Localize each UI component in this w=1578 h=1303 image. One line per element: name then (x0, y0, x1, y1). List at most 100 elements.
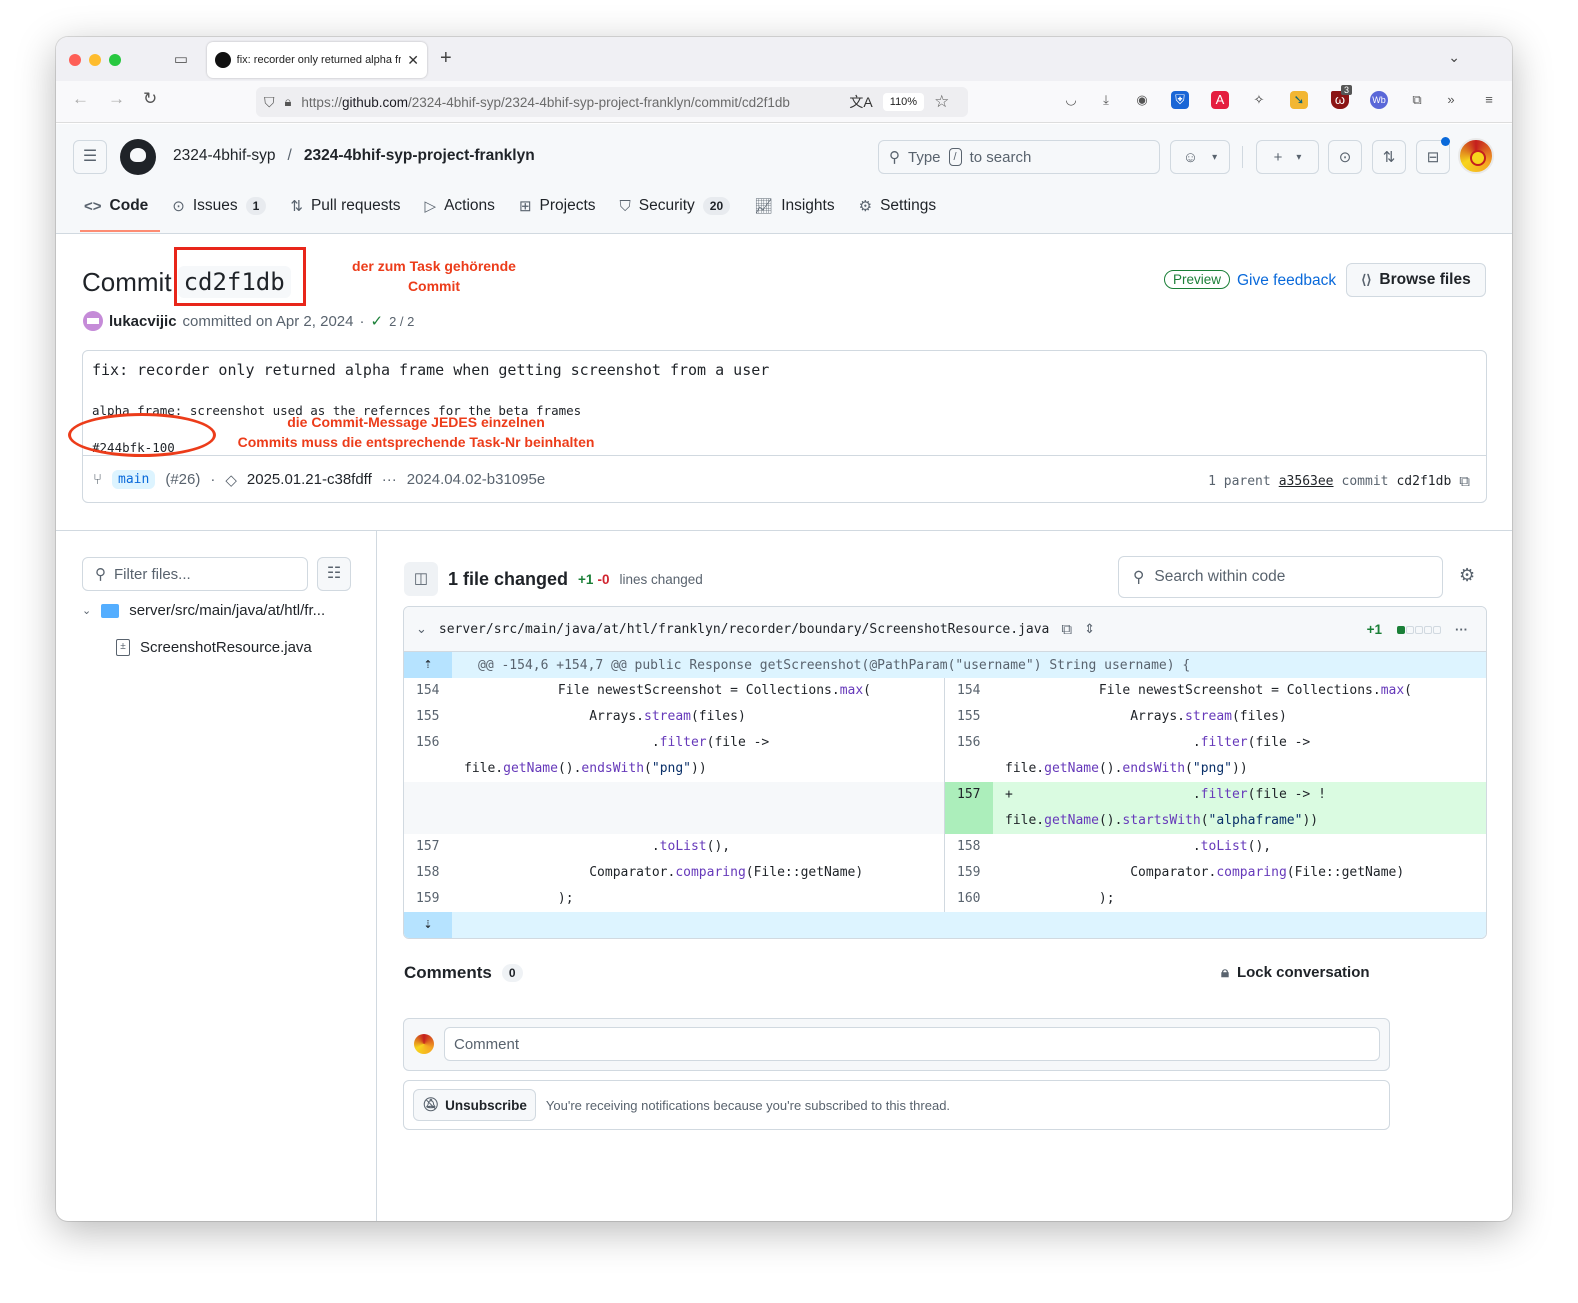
url-text[interactable]: https://github.com/2324-4bhif-syp/2324-4… (301, 95, 839, 110)
tab-pull-requests[interactable]: ⇅ Pull requests (278, 182, 412, 230)
line-number[interactable]: 157 (404, 834, 452, 860)
line-number[interactable]: 154 (945, 678, 993, 704)
comment-input[interactable]: Comment (444, 1027, 1380, 1061)
filter-options-button[interactable]: ☷ (317, 557, 351, 591)
line-number[interactable]: 160 (945, 886, 993, 912)
diff-line: 158 .toList(), (945, 834, 1486, 860)
browser-tab-active[interactable]: fix: recorder only returned alpha frame … (207, 42, 427, 78)
filter-files-input[interactable]: ⚲ Filter files... (82, 557, 308, 591)
close-window-button[interactable] (69, 54, 81, 66)
line-number[interactable]: 159 (945, 860, 993, 886)
lock-conversation-button[interactable]: 🔒︎ Lock conversation (1221, 964, 1370, 981)
diff-line: 155 Arrays.stream(files) (945, 704, 1486, 730)
copy-icon[interactable]: ⧉ (1459, 472, 1470, 490)
new-tab-button[interactable]: + (440, 47, 452, 70)
author-avatar[interactable] (83, 311, 103, 331)
arrow-extension-icon[interactable]: ➘ (1290, 91, 1308, 109)
close-tab-icon[interactable]: ✕ (407, 52, 419, 69)
diff-line: 156 .filter(file -> file.getName().endsWi… (404, 730, 944, 782)
maximize-window-button[interactable] (109, 54, 121, 66)
expand-up-icon[interactable]: ⇡ (404, 652, 452, 678)
overflow-chevrons-icon[interactable]: » (1442, 91, 1460, 109)
repo-link[interactable]: 2324-4bhif-syp-project-franklyn (304, 147, 535, 165)
bell-slash-icon: 🔕︎ (422, 1097, 440, 1112)
pr-link[interactable]: (#26) (165, 471, 200, 488)
more-options-icon[interactable]: ··· (1455, 622, 1468, 637)
line-number[interactable]: 154 (404, 678, 452, 704)
browse-files-button[interactable]: ⟨⟩ Browse files (1346, 263, 1486, 297)
copy-icon[interactable]: ⧉ (1061, 621, 1072, 638)
bitwarden-extension-icon[interactable]: ⛨ (1171, 91, 1189, 109)
line-number[interactable] (404, 782, 452, 834)
back-icon[interactable]: ← (72, 89, 89, 109)
line-number[interactable]: 159 (404, 886, 452, 912)
hunk-header: ⇡ @@ -154,6 +154,7 @@ public Response ge… (404, 652, 1486, 678)
diff-line: 159 ); (404, 886, 944, 912)
tab-issues[interactable]: ⊙ Issues 1 (160, 182, 278, 230)
expand-down-icon[interactable]: ⇣ (404, 912, 452, 938)
line-number[interactable]: 155 (404, 704, 452, 730)
tab-projects[interactable]: ⊞ Projects (507, 182, 608, 230)
zoom-level[interactable]: 110% (882, 93, 925, 111)
unsubscribe-button[interactable]: 🔕︎ Unsubscribe (413, 1089, 536, 1121)
check-icon[interactable]: ✓ (370, 312, 383, 330)
pull-requests-button[interactable]: ⇅ (1372, 140, 1406, 174)
lock-icon[interactable]: 🔒︎ (285, 94, 292, 110)
tab-settings[interactable]: ⚙ Settings (847, 182, 948, 230)
collapse-chevron-icon[interactable]: ⌄ (416, 621, 427, 637)
copilot-button[interactable]: ☺ ▾ (1170, 140, 1230, 174)
extensions-puzzle-icon[interactable]: ⧉ (1408, 91, 1426, 109)
global-search-input[interactable]: ⚲ Type / to search (878, 140, 1160, 174)
author-link[interactable]: lukacvijic (109, 313, 177, 330)
checks-status[interactable]: 2 / 2 (389, 314, 414, 329)
user-avatar[interactable] (1458, 138, 1494, 174)
toggle-file-tree-button[interactable]: ◫ (404, 562, 438, 596)
tab-actions[interactable]: ▷ Actions (413, 182, 507, 230)
line-number[interactable]: 158 (945, 834, 993, 860)
red-a-extension-icon[interactable]: A (1211, 91, 1229, 109)
tab-code[interactable]: <> Code (72, 182, 161, 232)
tree-directory[interactable]: ⌄ server/src/main/java/at/htl/fr... (82, 602, 325, 619)
tags-ellipsis[interactable]: ··· (382, 471, 397, 488)
bookmark-star-icon[interactable]: ☆ (934, 92, 949, 112)
tab-list-chevron-icon[interactable]: ⌄ (1448, 49, 1460, 66)
minimize-window-button[interactable] (89, 54, 101, 66)
menu-hamburger-icon[interactable]: ≡ (1480, 91, 1498, 109)
github-logo-icon[interactable] (120, 139, 156, 175)
owner-link[interactable]: 2324-4bhif-syp (173, 147, 276, 165)
chevron-down-icon: ▾ (1212, 151, 1218, 163)
translate-icon[interactable]: 文A (849, 92, 872, 112)
pocket-icon[interactable]: ◡ (1062, 91, 1080, 109)
preview-badge: Preview (1164, 270, 1231, 289)
global-menu-button[interactable]: ☰ (73, 140, 107, 174)
branch-link[interactable]: main (112, 470, 156, 489)
line-number[interactable]: 155 (945, 704, 993, 730)
issues-count: 1 (245, 197, 267, 215)
download-icon[interactable]: ⤓ (1097, 91, 1115, 109)
tag-oldest[interactable]: 2024.04.02-b31095e (407, 471, 545, 488)
diff-left-side: 154 File newestScreenshot = Collections.… (404, 678, 945, 912)
file-path[interactable]: server/src/main/java/at/htl/franklyn/rec… (439, 622, 1049, 637)
url-bar[interactable]: ⛉ 🔒︎ https://github.com/2324-4bhif-syp/2… (256, 87, 968, 117)
shield-tracking-icon[interactable]: ⛉ (264, 94, 275, 111)
search-within-code-input[interactable]: ⚲ Search within code (1118, 556, 1443, 598)
expand-all-icon[interactable]: ⇕ (1084, 621, 1095, 637)
create-new-button[interactable]: + ▾ (1256, 140, 1319, 174)
reload-icon[interactable]: ↻ (143, 89, 157, 109)
wb-extension-icon[interactable]: Wb (1370, 91, 1388, 109)
parent-sha-link[interactable]: a3563ee (1279, 474, 1334, 489)
diff-settings-gear-icon[interactable]: ⚙ (1459, 565, 1475, 586)
forward-icon[interactable]: → (108, 89, 125, 109)
line-number[interactable]: 158 (404, 860, 452, 886)
tag-newest[interactable]: 2025.01.21-c38fdff (247, 471, 372, 488)
tab-insights[interactable]: 📈︎ Insights (742, 182, 846, 230)
account-icon[interactable]: ◉ (1133, 91, 1151, 109)
code-line: .toList(), (1005, 839, 1272, 854)
tab-security[interactable]: ⛉ Security 20 (608, 182, 743, 230)
tab-overview-icon[interactable]: ▭ (171, 50, 191, 68)
issues-button[interactable]: ⊙ (1328, 140, 1362, 174)
comments-count: 0 (501, 964, 523, 982)
give-feedback-link[interactable]: Give feedback (1237, 272, 1336, 290)
badger-extension-icon[interactable]: ✧ (1250, 91, 1268, 109)
tree-file[interactable]: ± ScreenshotResource.java (116, 639, 312, 656)
